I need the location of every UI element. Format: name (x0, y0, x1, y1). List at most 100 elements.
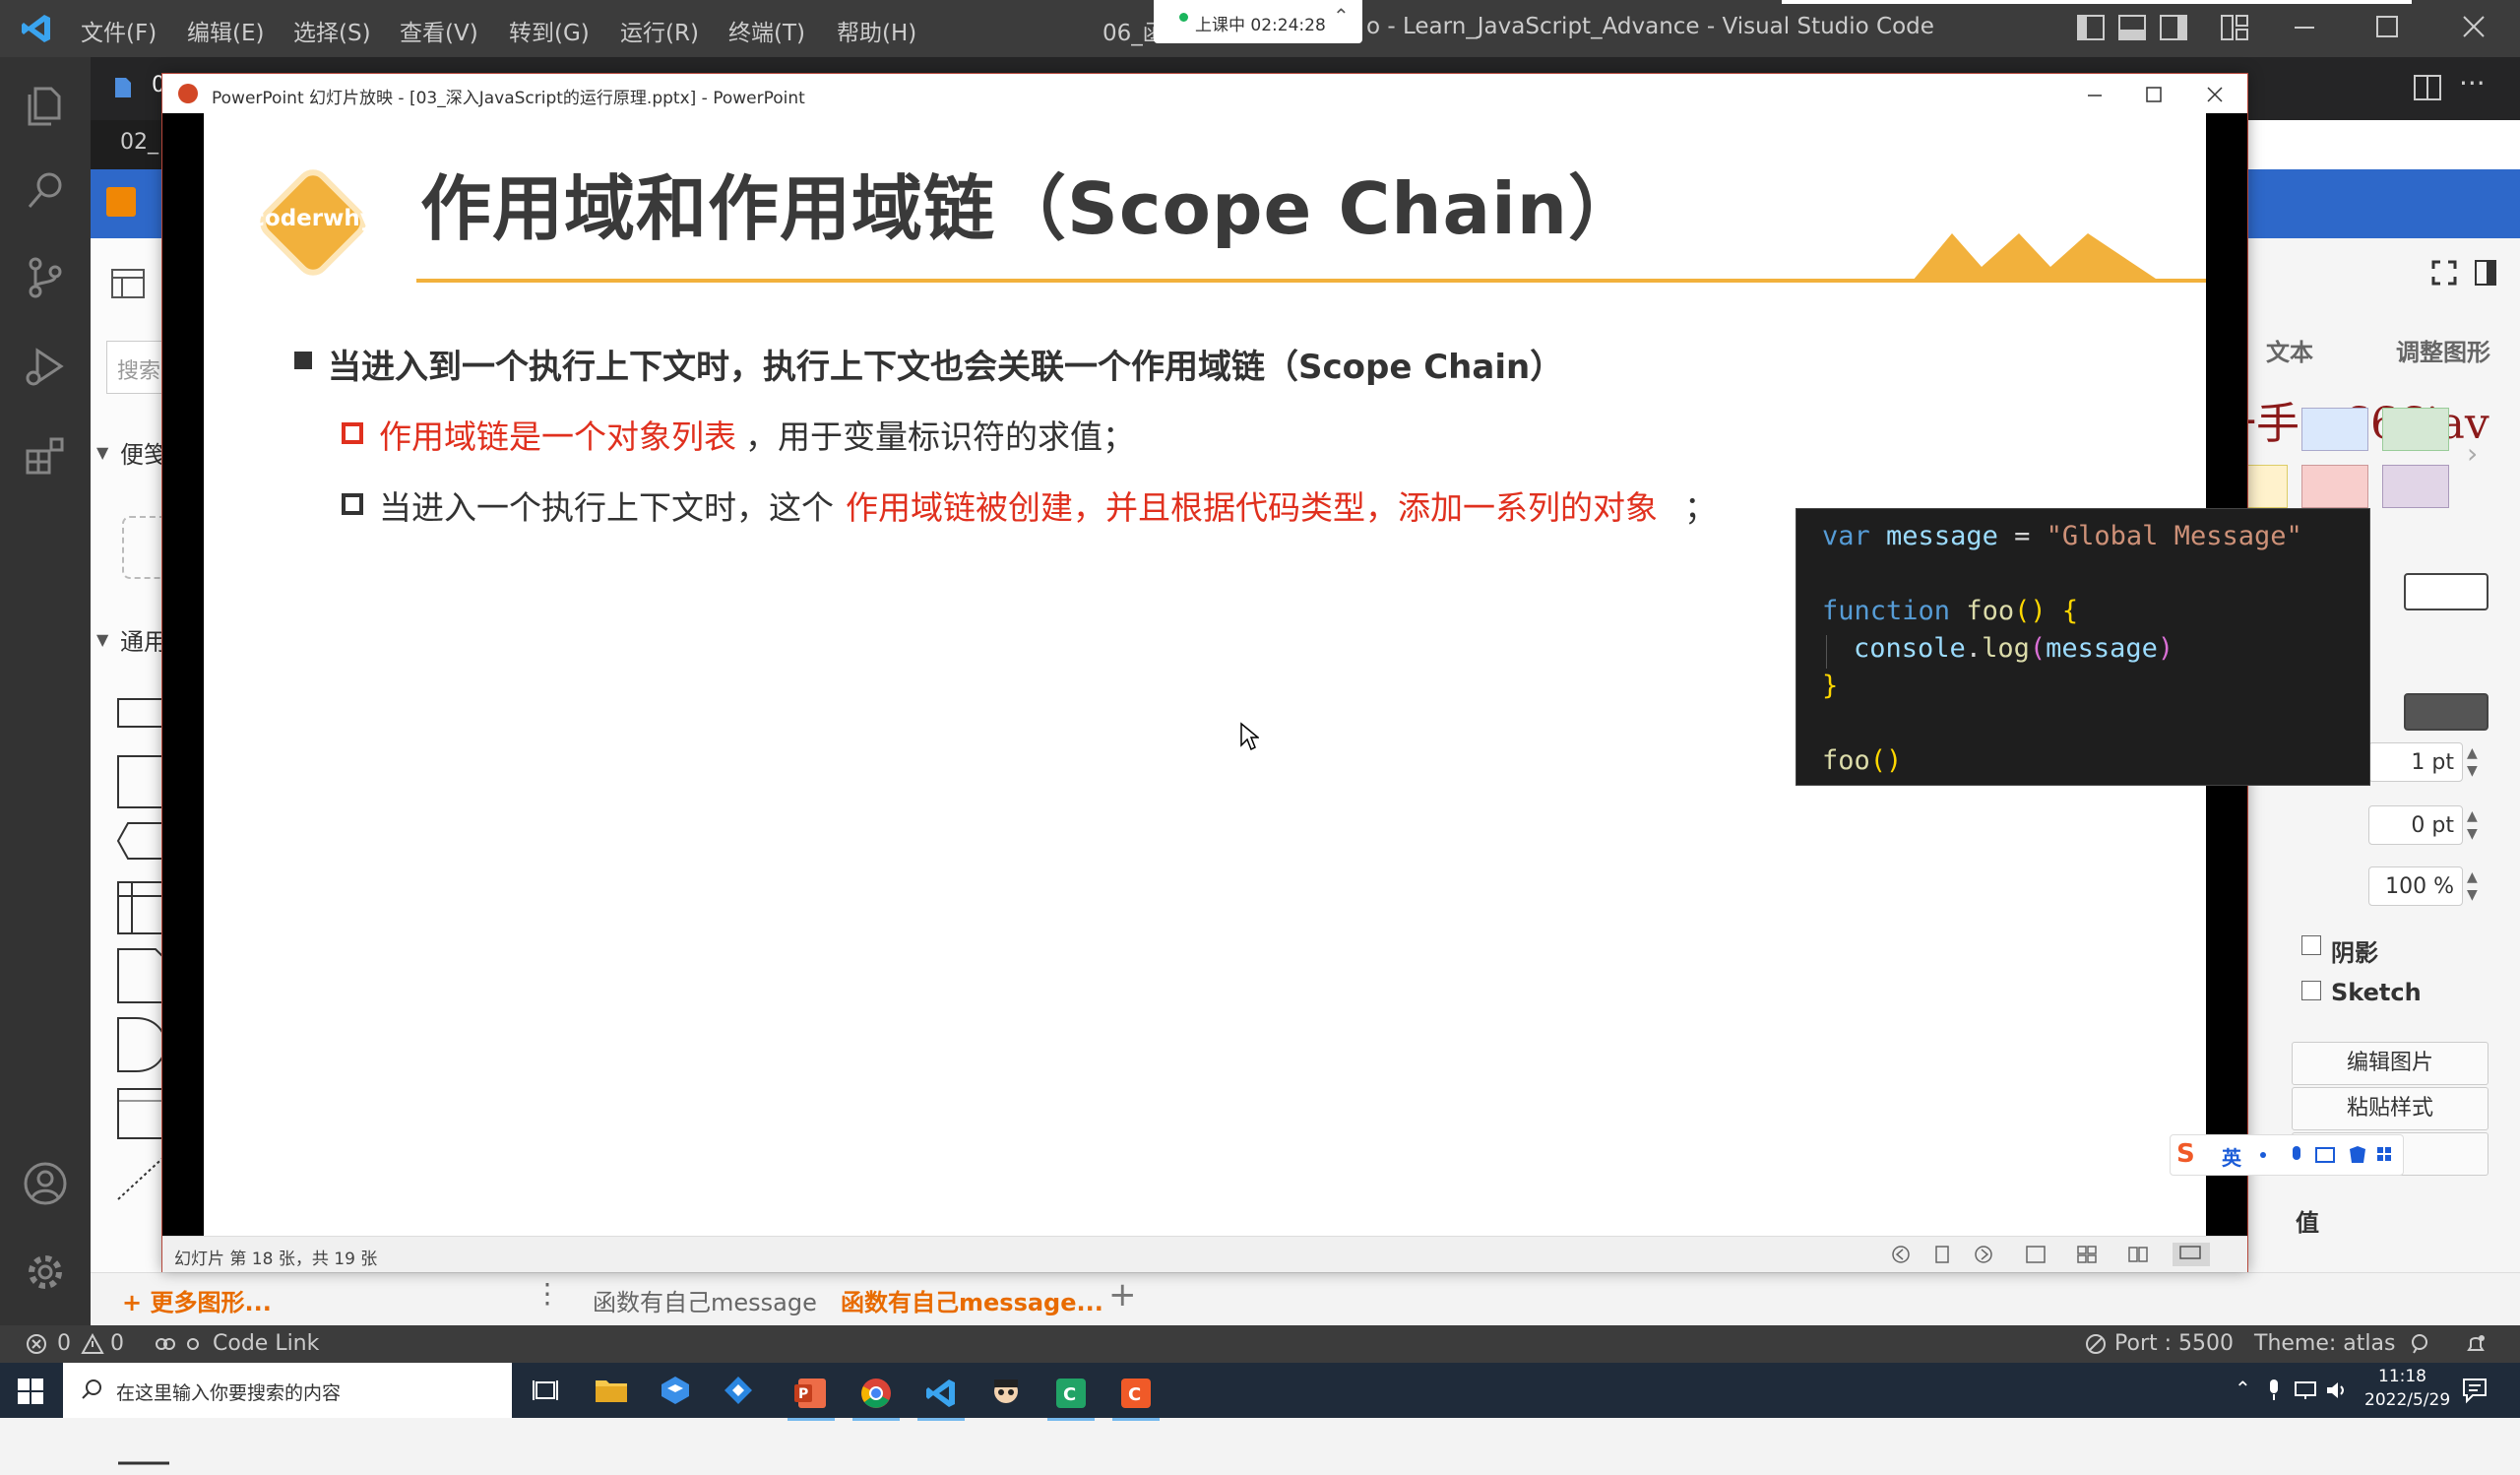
style-swatch[interactable] (2244, 465, 2288, 508)
opacity-input[interactable]: 100 % (2368, 866, 2463, 906)
toggle-secondary-sidebar-icon[interactable] (2160, 15, 2187, 40)
ime-tool-icons[interactable] (2255, 1143, 2393, 1167)
page-menu-icon[interactable]: ⋮ (534, 1277, 561, 1310)
split-editor-icon[interactable] (2414, 75, 2441, 100)
live-server-port[interactable]: Port : 5500 (2114, 1331, 2234, 1356)
windows-start-icon[interactable] (18, 1379, 43, 1404)
sketch-checkbox[interactable] (2301, 981, 2321, 1000)
menu-edit[interactable]: 编辑(E) (187, 14, 264, 47)
window-title: o - Learn_JavaScript_Advance - Visual St… (1366, 14, 1934, 39)
more-shapes-link[interactable]: + 更多图形... (122, 1283, 272, 1317)
maximize-icon[interactable] (2374, 14, 2400, 39)
source-control-icon[interactable] (22, 254, 69, 301)
ime-toolbar[interactable]: S 英 (2170, 1134, 2404, 1176)
warning-icon[interactable] (81, 1333, 104, 1355)
page-tab-active[interactable]: 函数有自己message... (841, 1283, 1103, 1317)
app-icon[interactable]: C (1112, 1373, 1160, 1421)
extensions-icon[interactable] (22, 431, 69, 479)
ppt-close-icon[interactable] (2206, 86, 2224, 103)
more-actions-icon[interactable]: ··· (2459, 67, 2486, 99)
fill-color-button[interactable] (2404, 573, 2488, 610)
style-swatch[interactable] (2301, 408, 2368, 451)
menu-run[interactable]: 运行(R) (620, 14, 699, 47)
task-view-icon[interactable] (532, 1377, 559, 1404)
menu-go[interactable]: 转到(G) (509, 14, 590, 47)
perimeter-input[interactable]: 0 pt (2368, 805, 2463, 845)
app-icon[interactable]: C (1047, 1373, 1095, 1421)
style-swatch[interactable] (2301, 465, 2368, 508)
app-icon[interactable] (660, 1375, 691, 1406)
secondary-tab[interactable]: 02_ (91, 120, 169, 169)
menu-selection[interactable]: 选择(S) (293, 14, 371, 47)
add-page-icon[interactable]: + (1108, 1275, 1137, 1315)
collapse-panel-icon[interactable] (2475, 260, 2496, 286)
network-icon[interactable] (2294, 1380, 2317, 1400)
taskbar-time[interactable]: 11:18 (2378, 1367, 2426, 1386)
code-line: function foo() { (1822, 596, 2079, 626)
activity-bar (0, 57, 91, 1325)
gear-icon[interactable] (22, 1249, 69, 1296)
chevron-right-icon[interactable]: › (2467, 437, 2478, 470)
tray-expand-icon[interactable]: ⌃ (2235, 1377, 2251, 1400)
chrome-icon[interactable] (852, 1373, 900, 1421)
menu-view[interactable]: 查看(V) (400, 14, 478, 47)
ppt-maximize-icon[interactable] (2145, 86, 2163, 103)
avatar-app-icon[interactable] (982, 1373, 1030, 1418)
edit-image-button[interactable]: 编辑图片 (2292, 1042, 2488, 1085)
run-debug-icon[interactable] (22, 343, 69, 390)
chevron-up-icon[interactable]: ⌃ (1333, 4, 1350, 28)
collapse-icon[interactable]: ▼ (96, 443, 108, 462)
search-icon[interactable] (22, 167, 69, 215)
action-center-icon[interactable] (2461, 1377, 2488, 1404)
ime-language[interactable]: 英 (2222, 1142, 2241, 1171)
stepper-icon[interactable]: ▲ ▼ (2467, 868, 2478, 904)
section-scratchpad[interactable]: 便笺 (120, 435, 167, 470)
stepper-icon[interactable]: ▲ ▼ (2467, 744, 2478, 780)
slideshow-controls[interactable] (1889, 1243, 2234, 1266)
tab-text[interactable]: 文本 (2266, 333, 2313, 367)
theme-label[interactable]: Theme: atlas (2254, 1331, 2395, 1356)
volume-icon[interactable] (2325, 1380, 2349, 1400)
paste-style-button[interactable]: 粘贴样式 (2292, 1087, 2488, 1130)
close-icon[interactable] (2461, 14, 2487, 39)
explorer-icon[interactable] (22, 81, 69, 128)
vscode-taskbar-icon[interactable] (917, 1373, 965, 1421)
powerpoint-taskbar-icon[interactable]: P (788, 1373, 835, 1421)
stepper-icon[interactable]: ▲ ▼ (2467, 807, 2478, 843)
error-icon[interactable] (26, 1333, 47, 1355)
link-icon[interactable] (154, 1333, 201, 1355)
section-general[interactable]: 通用 (120, 622, 167, 657)
recording-badge[interactable]: 上课中 02:24:28 ⌃ (1154, 0, 1362, 43)
file-explorer-icon[interactable] (595, 1375, 628, 1404)
microphone-icon[interactable] (2266, 1379, 2282, 1402)
line-color-button[interactable] (2404, 693, 2488, 731)
fullscreen-icon[interactable] (2431, 260, 2457, 286)
tab-arrange[interactable]: 调整图形 (2396, 333, 2490, 367)
toggle-sidebar-icon[interactable] (2077, 15, 2105, 40)
style-swatch[interactable] (2382, 408, 2449, 451)
warning-count[interactable]: 0 (110, 1331, 124, 1356)
collapse-icon[interactable]: ▼ (96, 630, 108, 649)
customize-layout-icon[interactable] (2221, 15, 2248, 40)
ppt-minimize-icon[interactable] (2086, 86, 2104, 103)
style-swatch[interactable] (2382, 465, 2449, 508)
error-count[interactable]: 0 (57, 1331, 71, 1356)
code-line: console.log(message) (1854, 633, 2174, 664)
menu-file[interactable]: 文件(F) (81, 14, 157, 47)
page-tab[interactable]: 函数有自己message (593, 1283, 817, 1317)
taskbar-date[interactable]: 2022/5/29 (2364, 1390, 2450, 1410)
format-panel-icon[interactable] (110, 268, 146, 299)
taskbar-search-input[interactable]: 在这里输入你要搜索的内容 (63, 1363, 512, 1418)
minimize-icon[interactable] (2292, 14, 2317, 39)
broadcast-icon[interactable] (2085, 1333, 2107, 1355)
app-icon[interactable] (723, 1375, 754, 1406)
account-icon[interactable] (22, 1160, 69, 1207)
line-width-input[interactable]: 1 pt (2368, 742, 2463, 782)
feedback-icon[interactable] (2408, 1333, 2431, 1355)
notification-bell-icon[interactable] (2465, 1333, 2487, 1355)
menu-terminal[interactable]: 终端(T) (728, 14, 805, 47)
code-link-label[interactable]: Code Link (213, 1331, 319, 1356)
menu-help[interactable]: 帮助(H) (837, 14, 916, 47)
toggle-panel-icon[interactable] (2118, 15, 2146, 40)
shadow-checkbox[interactable] (2301, 935, 2321, 955)
